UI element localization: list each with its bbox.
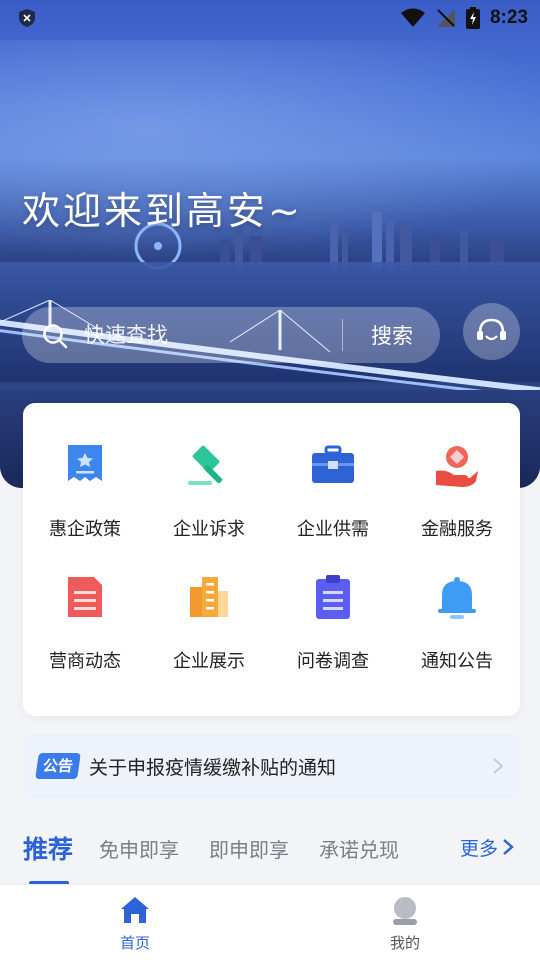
tab-recommend[interactable]: 推荐 bbox=[23, 830, 73, 866]
grid-label: 通知公告 bbox=[421, 651, 493, 672]
shield-icon bbox=[19, 9, 35, 27]
grid-item-notice[interactable]: 通知公告 bbox=[395, 535, 519, 672]
bell-icon bbox=[438, 577, 476, 619]
wifi-icon bbox=[400, 8, 425, 27]
document-icon bbox=[68, 577, 102, 617]
chevron-right-icon[interactable] bbox=[502, 838, 514, 856]
grid-item-showcase[interactable]: 企业展示 bbox=[147, 535, 271, 672]
home-icon bbox=[121, 897, 149, 923]
grid-item-news[interactable]: 营商动态 bbox=[23, 535, 147, 672]
grid-item-appeal[interactable]: 企业诉求 bbox=[147, 403, 271, 540]
headset-icon bbox=[477, 318, 506, 341]
grid-item-survey[interactable]: 问卷调查 bbox=[271, 535, 395, 672]
welcome-title: 欢迎来到高安~ bbox=[22, 189, 303, 233]
search-input[interactable] bbox=[84, 319, 334, 351]
nav-home-label: 首页 bbox=[119, 934, 150, 952]
tab-free-apply[interactable]: 免申即享 bbox=[99, 834, 179, 863]
search-icon bbox=[43, 324, 68, 349]
nav-mine[interactable]: 我的 bbox=[345, 885, 465, 960]
notice-text: 关于申报疫情缓缴补贴的通知 bbox=[89, 757, 337, 779]
tab-instant-apply[interactable]: 即申即享 bbox=[209, 834, 289, 863]
customer-service-button[interactable] bbox=[463, 303, 520, 360]
grid-item-supply[interactable]: 企业供需 bbox=[271, 403, 395, 540]
user-icon bbox=[393, 897, 417, 925]
gavel-icon bbox=[188, 445, 223, 485]
search-button[interactable]: 搜索 bbox=[352, 315, 432, 355]
grid-label: 企业展示 bbox=[173, 651, 245, 672]
status-icons: 8:23 bbox=[400, 6, 528, 30]
category-tabs: 推荐 免申即享 即申即享 承诺兑现 更多 bbox=[0, 826, 540, 885]
hand-coin-icon bbox=[436, 446, 478, 487]
nav-mine-label: 我的 bbox=[389, 934, 420, 952]
building-icon bbox=[190, 577, 228, 617]
tab-promise[interactable]: 承诺兑现 bbox=[319, 834, 399, 863]
bottom-nav: 首页 我的 bbox=[0, 884, 540, 960]
clipboard-icon bbox=[316, 575, 350, 619]
grid-label: 营商动态 bbox=[49, 651, 121, 672]
briefcase-icon bbox=[312, 445, 354, 483]
search-bar[interactable]: 搜索 bbox=[22, 307, 440, 363]
more-link[interactable]: 更多 bbox=[460, 834, 498, 861]
no-signal-icon bbox=[436, 9, 455, 27]
status-time: 8:23 bbox=[489, 7, 528, 28]
battery-icon bbox=[465, 7, 480, 29]
policy-bookmark-icon bbox=[68, 445, 102, 481]
chevron-right-icon bbox=[493, 758, 504, 774]
search-divider bbox=[342, 319, 343, 351]
grid-item-finance[interactable]: 金融服务 bbox=[395, 403, 519, 540]
nav-home[interactable]: 首页 bbox=[75, 885, 195, 960]
grid-label: 问卷调查 bbox=[297, 651, 369, 672]
notice-badge: 公告 bbox=[35, 753, 81, 779]
status-bar: 8:23 bbox=[0, 0, 540, 36]
grid-item-policy[interactable]: 惠企政策 bbox=[23, 403, 147, 540]
notice-banner[interactable]: 公告 关于申报疫情缓缴补贴的通知 bbox=[23, 733, 520, 799]
service-grid: 惠企政策 企业诉求 企业供需 金融服务 营商动态 企业展示 问卷调查 通知公告 bbox=[23, 403, 520, 716]
